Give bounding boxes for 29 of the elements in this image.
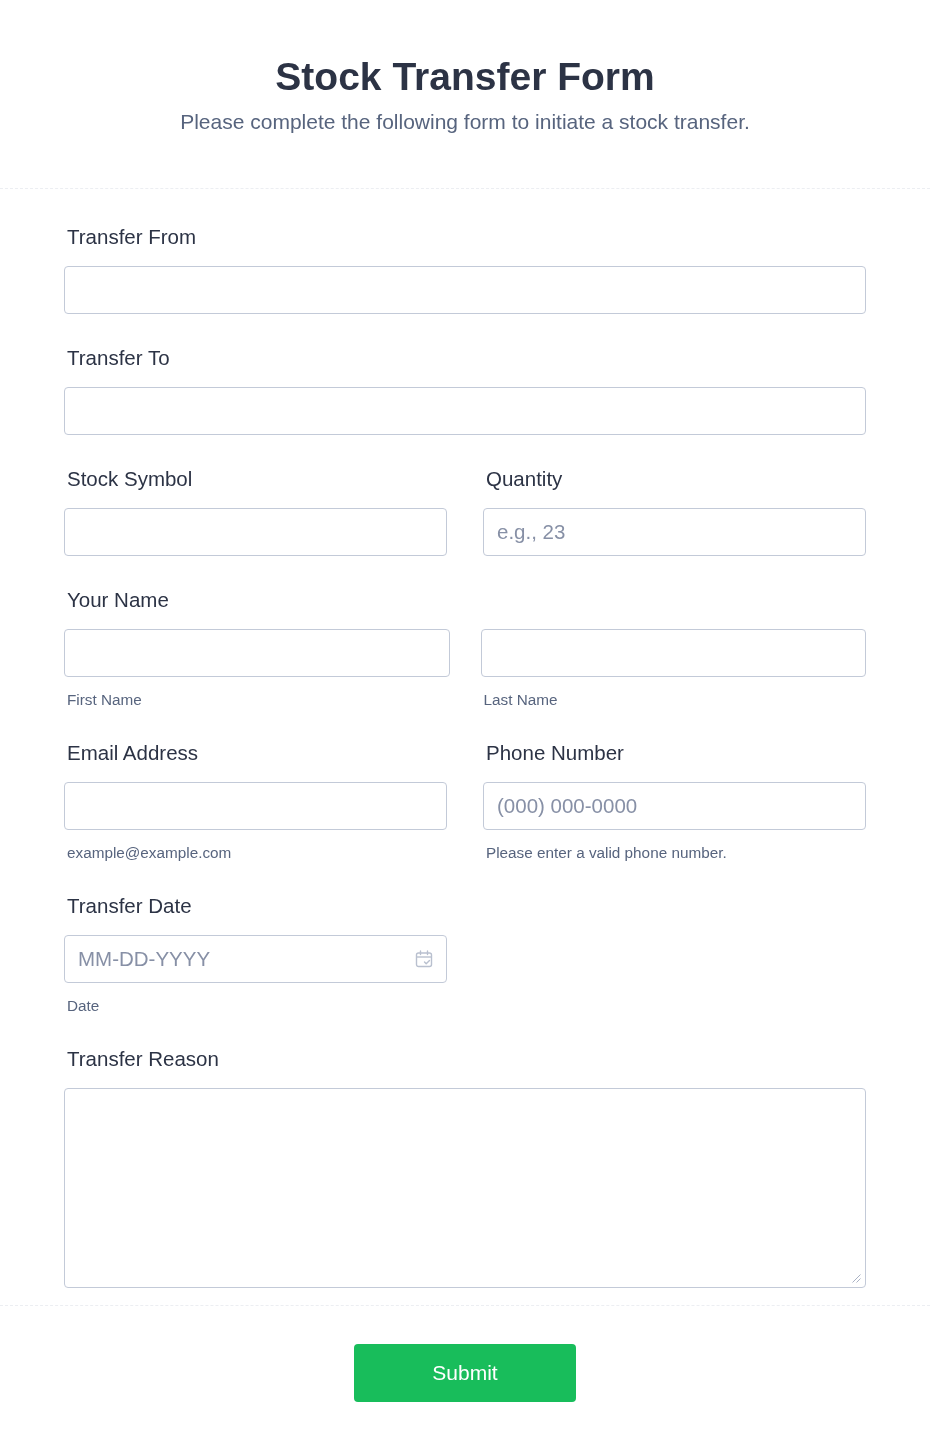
input-field[interactable]: (000) 000-0000 <box>483 782 866 830</box>
submit-button[interactable]: Submit <box>354 1344 576 1402</box>
field-hint: Last Name <box>483 691 558 709</box>
input-field[interactable] <box>64 629 450 677</box>
input-field[interactable]: e.g., 23 <box>483 508 866 556</box>
date-field[interactable]: MM-DD-YYYY <box>64 935 447 983</box>
form-subtitle: Please complete the following form to initiate a stock transfer. <box>180 109 750 135</box>
resize-grip-icon[interactable] <box>852 1274 861 1283</box>
textarea-field[interactable] <box>64 1088 866 1288</box>
calendar-icon[interactable] <box>415 950 433 968</box>
field-label: Email Address <box>67 741 199 765</box>
form-title: Stock Transfer Form <box>275 54 655 100</box>
input-field[interactable] <box>64 782 447 830</box>
field-hint: Please enter a valid phone number. <box>486 844 727 862</box>
field-hint: First Name <box>67 691 142 709</box>
field-label: Transfer Date <box>67 894 192 918</box>
field-label: Quantity <box>486 467 563 491</box>
field-label: Your Name <box>67 588 169 612</box>
input-field[interactable] <box>64 508 447 556</box>
field-label: Transfer To <box>67 346 170 370</box>
field-label: Transfer From <box>67 225 197 249</box>
input-field[interactable] <box>64 266 866 314</box>
input-field[interactable] <box>480 629 866 677</box>
field-label: Stock Symbol <box>67 467 193 491</box>
field-hint: Date <box>67 997 100 1015</box>
input-field[interactable] <box>64 387 866 435</box>
field-hint: example@example.com <box>67 844 232 862</box>
field-label: Phone Number <box>486 741 624 765</box>
field-label: Transfer Reason <box>67 1047 219 1071</box>
